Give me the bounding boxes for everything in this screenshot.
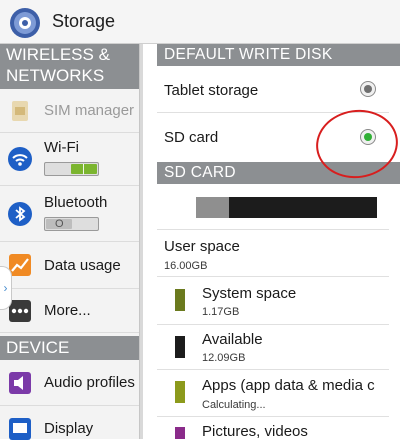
sidebar-item-label: Audio profiles	[44, 374, 135, 391]
sidebar-item-label: Bluetooth	[44, 194, 108, 211]
section-header-default-write-disk: DEFAULT WRITE DISK	[157, 44, 400, 66]
apps-label: Apps (app data & media c	[202, 377, 375, 394]
sidebar-item-bluetooth[interactable]: Bluetooth O	[0, 186, 139, 242]
divider	[157, 276, 389, 277]
sidebar-item-label: More...	[44, 302, 91, 319]
pictures-swatch	[175, 427, 185, 439]
bluetooth-icon	[8, 202, 32, 226]
toggle-knob: |	[71, 163, 97, 175]
sidebar-item-data-usage[interactable]: Data usage	[0, 242, 139, 289]
sidebar-item-more[interactable]: More...	[0, 289, 139, 333]
sidebar-item-audio-profiles[interactable]: Audio profiles	[0, 362, 139, 406]
available-label: Available	[202, 331, 263, 348]
sim-card-icon	[12, 101, 28, 121]
toggle-knob: O	[46, 218, 72, 230]
divider	[157, 229, 389, 230]
user-space-value: 16.00GB	[164, 260, 208, 272]
apps-value: Calculating...	[202, 399, 266, 411]
display-icon	[9, 418, 31, 440]
wifi-toggle[interactable]: |	[44, 162, 99, 176]
audio-profiles-icon	[9, 372, 31, 394]
user-space-label: User space	[164, 238, 240, 255]
divider	[157, 324, 389, 325]
divider	[157, 416, 389, 417]
section-header-wireless: WIRELESS & NETWORKS	[0, 44, 139, 89]
sidebar-item-label: Wi-Fi	[44, 139, 79, 156]
storage-used-segment	[196, 197, 229, 218]
system-space-label: System space	[202, 285, 297, 302]
option-label: Tablet storage	[164, 82, 259, 99]
option-tablet-storage[interactable]: Tablet storage	[157, 66, 389, 113]
sidebar-item-display[interactable]: Display	[0, 406, 139, 440]
sidebar-item-sim-manager: SIM manager	[0, 89, 139, 133]
sidebar-item-label: Data usage	[44, 257, 121, 274]
action-bar: Storage	[0, 0, 400, 44]
apps-swatch	[175, 381, 185, 403]
pane-divider	[139, 44, 143, 439]
settings-gear-icon[interactable]	[8, 6, 42, 40]
sidebar-item-wifi[interactable]: Wi-Fi |	[0, 133, 139, 186]
page-title: Storage	[52, 11, 116, 31]
storage-usage-bar	[196, 197, 377, 218]
drawer-handle[interactable]: ›	[0, 266, 12, 310]
pictures-label: Pictures, videos	[202, 423, 308, 440]
available-value: 12.09GB	[202, 352, 246, 364]
option-label: SD card	[164, 129, 219, 146]
bluetooth-toggle[interactable]: O	[44, 217, 99, 231]
system-space-swatch	[175, 289, 185, 311]
system-space-value: 1.17GB	[202, 306, 240, 318]
sidebar-item-label: Display	[44, 420, 94, 437]
section-header-device: DEVICE	[0, 336, 139, 360]
wifi-icon	[8, 147, 32, 171]
radio-tablet-storage[interactable]	[360, 81, 376, 97]
divider	[157, 369, 389, 370]
radio-dot	[364, 85, 372, 93]
available-swatch	[175, 336, 185, 358]
sidebar-item-label: SIM manager	[44, 102, 135, 119]
